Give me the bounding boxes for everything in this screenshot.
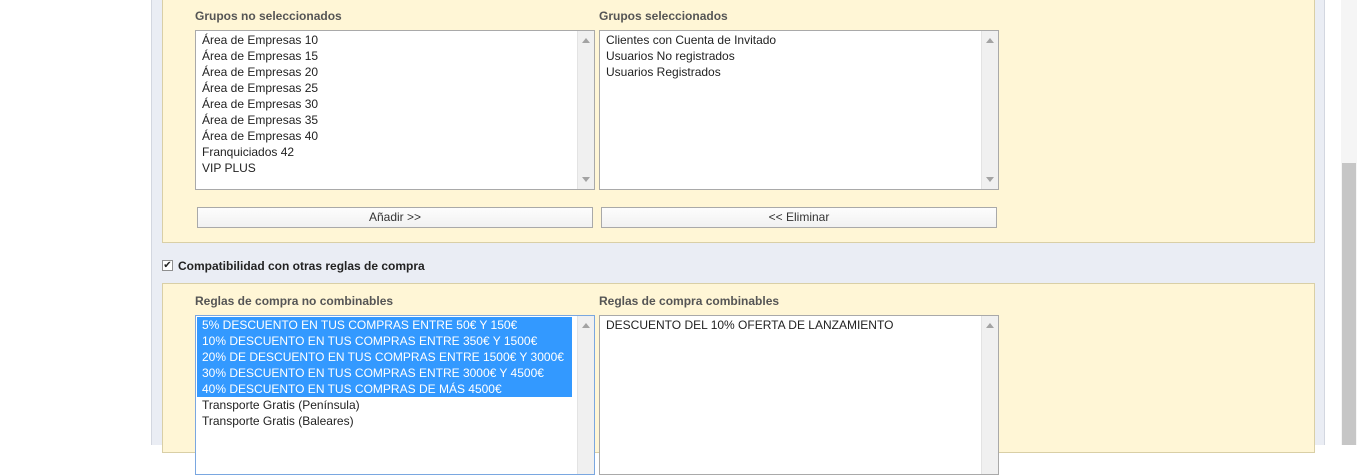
scroll-up-arrow-icon[interactable] xyxy=(582,38,590,43)
list-option[interactable]: VIP PLUS xyxy=(197,160,576,176)
listbox-scrollbar[interactable] xyxy=(577,31,594,189)
add-group-button[interactable]: Añadir >> xyxy=(197,207,593,228)
list-option[interactable]: Área de Empresas 15 xyxy=(197,48,576,64)
unselected-groups-options: Área de Empresas 10 Área de Empresas 15 Ár… xyxy=(197,32,576,176)
scroll-up-arrow-icon[interactable] xyxy=(582,323,590,328)
combinable-rules-label: Reglas de compra combinables xyxy=(599,294,780,308)
list-option[interactable]: Franquiciados 42 xyxy=(197,144,576,160)
list-option[interactable]: Clientes con Cuenta de Invitado xyxy=(601,32,980,48)
listbox-scrollbar[interactable] xyxy=(981,31,998,189)
unselected-groups-label: Grupos no seleccionados xyxy=(195,9,342,23)
unselected-groups-listbox[interactable]: Área de Empresas 10 Área de Empresas 15 Ár… xyxy=(195,30,595,190)
scroll-down-arrow-icon[interactable] xyxy=(582,177,590,182)
scroll-down-arrow-icon[interactable] xyxy=(986,177,994,182)
scroll-up-arrow-icon[interactable] xyxy=(986,38,994,43)
combinable-rules-options: DESCUENTO DEL 10% OFERTA DE LANZAMIENTO xyxy=(601,317,980,333)
remove-group-button[interactable]: << Eliminar xyxy=(601,207,997,228)
non-combinable-rules-label: Reglas de compra no combinables xyxy=(195,294,394,308)
selected-groups-label: Grupos seleccionados xyxy=(599,9,728,23)
listbox-scrollbar[interactable] xyxy=(577,316,594,474)
page-scrollbar[interactable] xyxy=(1341,0,1357,445)
page-scroll-thumb[interactable] xyxy=(1342,163,1356,445)
list-option[interactable]: Área de Empresas 10 xyxy=(197,32,576,48)
list-option[interactable]: 30% DESCUENTO EN TUS COMPRAS ENTRE 3000€… xyxy=(197,365,572,381)
non-combinable-rules-listbox[interactable]: 5% DESCUENTO EN TUS COMPRAS ENTRE 50€ Y … xyxy=(195,315,595,475)
list-option[interactable]: Usuarios Registrados xyxy=(601,64,980,80)
list-option[interactable]: Área de Empresas 40 xyxy=(197,128,576,144)
list-option[interactable]: 40% DESCUENTO EN TUS COMPRAS DE MÁS 4500… xyxy=(197,381,572,397)
list-option[interactable]: Transporte Gratis (Baleares) xyxy=(197,413,572,429)
compatibility-checkbox[interactable]: ✔ xyxy=(162,260,173,271)
selected-groups-listbox[interactable]: Clientes con Cuenta de Invitado Usuarios … xyxy=(599,30,999,190)
scroll-up-arrow-icon[interactable] xyxy=(986,323,994,328)
list-option[interactable]: 5% DESCUENTO EN TUS COMPRAS ENTRE 50€ Y … xyxy=(197,317,572,333)
listbox-scrollbar[interactable] xyxy=(981,316,998,474)
list-option[interactable]: Área de Empresas 20 xyxy=(197,64,576,80)
list-option[interactable]: Área de Empresas 35 xyxy=(197,112,576,128)
list-option[interactable]: Área de Empresas 25 xyxy=(197,80,576,96)
list-option[interactable]: Usuarios No registrados xyxy=(601,48,980,64)
compatibility-label[interactable]: Compatibilidad con otras reglas de compr… xyxy=(178,259,425,273)
list-option[interactable]: DESCUENTO DEL 10% OFERTA DE LANZAMIENTO xyxy=(601,317,980,333)
list-option[interactable]: Transporte Gratis (Península) xyxy=(197,397,572,413)
selected-groups-options: Clientes con Cuenta de Invitado Usuarios … xyxy=(601,32,980,80)
groups-panel: Grupos no seleccionados Grupos seleccion… xyxy=(162,0,1315,243)
non-combinable-rules-options: 5% DESCUENTO EN TUS COMPRAS ENTRE 50€ Y … xyxy=(197,317,572,429)
combinable-rules-listbox[interactable]: DESCUENTO DEL 10% OFERTA DE LANZAMIENTO xyxy=(599,315,999,475)
list-option[interactable]: 10% DESCUENTO EN TUS COMPRAS ENTRE 350€ … xyxy=(197,333,572,349)
cart-rules-panel: Reglas de compra no combinables Reglas d… xyxy=(162,283,1315,475)
list-option[interactable]: 20% DE DESCUENTO EN TUS COMPRAS ENTRE 15… xyxy=(197,349,572,365)
list-option[interactable]: Área de Empresas 30 xyxy=(197,96,576,112)
